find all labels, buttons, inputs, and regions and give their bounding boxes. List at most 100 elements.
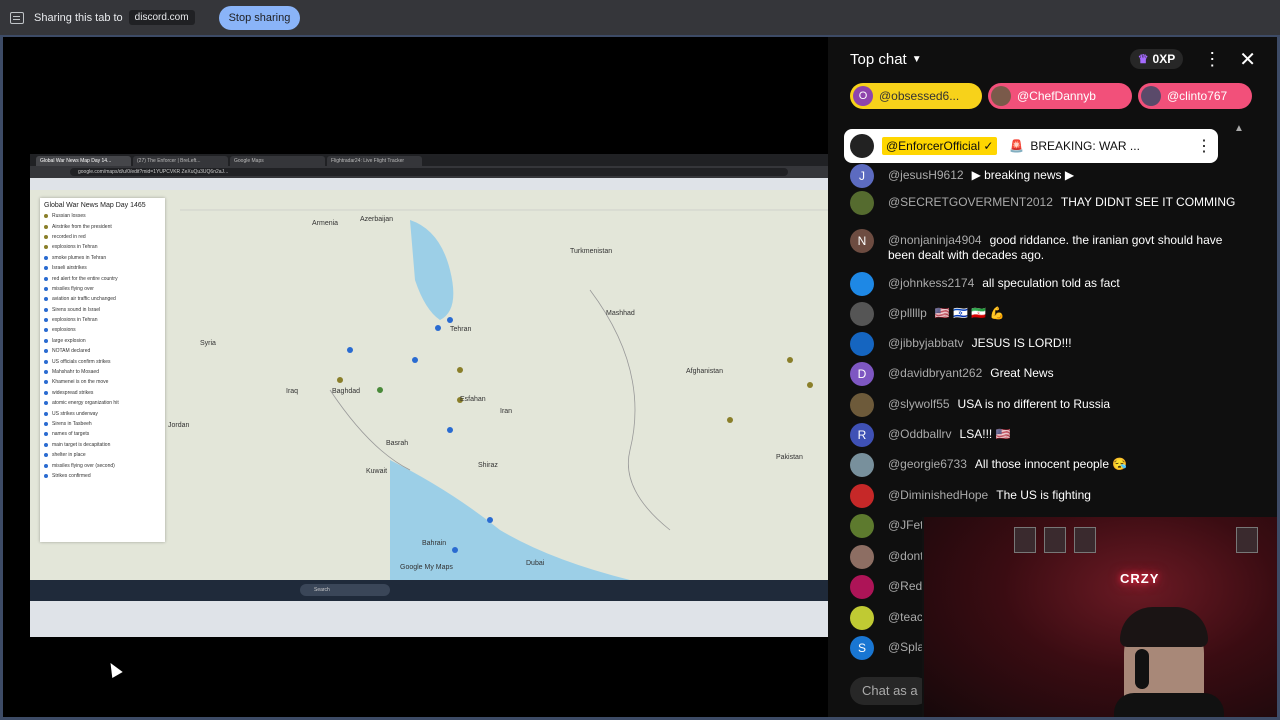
xp-badge[interactable]: ♛ 0XP xyxy=(1129,49,1184,69)
map-label: Afghanistan xyxy=(686,368,723,375)
ticker-item[interactable]: @clinto767 xyxy=(1138,83,1252,109)
map-layer-item[interactable]: explosions in Tehran xyxy=(44,242,161,252)
avatar[interactable] xyxy=(850,606,874,630)
chat-message[interactable]: @SECRETGOVERMENT2012 THAY DIDNT SEE IT CO… xyxy=(850,191,1245,215)
webcam-background xyxy=(924,517,1280,720)
map-layer-item[interactable]: Khamenei is on the move xyxy=(44,377,161,387)
map-layer-item[interactable]: Sirens in Tasbeeh xyxy=(44,419,161,429)
map-layer-item[interactable]: red alert for the entire country xyxy=(44,273,161,283)
map-layer-item[interactable]: missiles flying over (second) xyxy=(44,460,161,470)
avatar[interactable]: J xyxy=(850,164,874,188)
chat-message[interactable]: @slywolf55 USA is no different to Russia xyxy=(850,393,1245,417)
chat-author[interactable]: @johnkess2174 xyxy=(888,276,974,290)
chat-message[interactable]: J @jesusH9612 ▶ breaking news ▶ xyxy=(850,164,1245,188)
more-options-icon[interactable]: ⋮ xyxy=(1203,49,1221,70)
map-layer-item[interactable]: shelter in place xyxy=(44,450,161,460)
map-layer-item[interactable]: Sirens sound in Israel xyxy=(44,305,161,315)
browser-tab[interactable]: Global War News Map Day 14... xyxy=(36,156,131,166)
ticker-item[interactable]: O @obsessed6... xyxy=(850,83,982,109)
map-label: Azerbaijan xyxy=(360,216,394,223)
chat-author[interactable]: @Oddballrv xyxy=(888,427,952,441)
chat-author[interactable]: @SECRETGOVERMENT2012 xyxy=(888,195,1053,209)
avatar[interactable] xyxy=(850,302,874,326)
avatar[interactable] xyxy=(850,191,874,215)
map-label: Dubai xyxy=(526,560,545,567)
map-layer-item[interactable]: Strikes confirmed xyxy=(44,471,161,481)
chat-message[interactable]: @georgie6733 All those innocent people 😪 xyxy=(850,453,1245,477)
map-layer-item[interactable]: main target is decapitation xyxy=(44,440,161,450)
close-icon[interactable]: ✕ xyxy=(1239,47,1256,72)
chat-author[interactable]: @DiminishedHope xyxy=(888,488,988,502)
avatar[interactable] xyxy=(850,514,874,538)
map-layer-item[interactable]: US officials confirm strikes xyxy=(44,356,161,366)
wall-poster xyxy=(1074,527,1096,553)
map-layer-item[interactable]: aviation air traffic unchanged xyxy=(44,294,161,304)
avatar[interactable] xyxy=(850,332,874,356)
chat-author[interactable]: @jibbyjabbatv xyxy=(888,336,964,350)
chat-input[interactable]: Chat as a xyxy=(850,677,930,705)
map-layer-item[interactable]: smoke plumes in Tehran xyxy=(44,253,161,263)
map-layer-label: Sirens in Tasbeeh xyxy=(52,421,92,427)
avatar[interactable] xyxy=(850,545,874,569)
avatar[interactable] xyxy=(850,484,874,508)
chat-mode-title[interactable]: Top chat xyxy=(850,51,907,68)
chat-author[interactable]: @JFet xyxy=(888,518,924,532)
map-layer-label: red alert for the entire country xyxy=(52,275,118,282)
address-bar[interactable]: google.com/maps/d/u/0/edit?mid=1YUPCVKR … xyxy=(30,166,828,178)
chat-message[interactable]: @plllllp 🇺🇸 🇮🇱 🇮🇷 💪 xyxy=(850,302,1245,326)
chat-author[interactable]: @slywolf55 xyxy=(888,397,950,411)
chat-message[interactable]: N @nonjaninja4904 good riddance. the irani… xyxy=(850,229,1245,263)
neon-sign: CRZY xyxy=(1120,571,1160,586)
google-map[interactable]: Global War News Map Day 1465 Russian los… xyxy=(30,190,828,580)
avatar[interactable]: S xyxy=(850,636,874,660)
avatar[interactable]: N xyxy=(850,229,874,253)
map-layer-item[interactable]: NOTAM declared xyxy=(44,346,161,356)
map-layer-item[interactable]: explosions in Tehran xyxy=(44,315,161,325)
taskbar-search[interactable]: Search xyxy=(300,584,390,596)
avatar[interactable]: D xyxy=(850,362,874,386)
stop-sharing-button[interactable]: Stop sharing xyxy=(218,5,301,30)
chat-author[interactable]: @Spla xyxy=(888,640,924,654)
map-label: Iran xyxy=(500,408,513,415)
chat-message[interactable]: @jibbyjabbatv JESUS IS LORD!!! xyxy=(850,332,1245,356)
avatar[interactable] xyxy=(850,272,874,296)
avatar[interactable] xyxy=(850,453,874,477)
chat-author[interactable]: @Red xyxy=(888,579,922,593)
map-layer-item[interactable]: atomic energy organization hit xyxy=(44,398,161,408)
avatar[interactable] xyxy=(850,393,874,417)
chat-author[interactable]: @jesusH9612 xyxy=(888,168,964,182)
chat-message[interactable]: R @Oddballrv LSA!!! 🇺🇸 xyxy=(850,423,1245,447)
chat-author[interactable]: @plllllp xyxy=(888,306,927,320)
map-layer-item[interactable]: Russian losses xyxy=(44,211,161,221)
map-layer-item[interactable]: Israeli airstrikes xyxy=(44,263,161,273)
map-layer-item[interactable]: widespread strikes xyxy=(44,388,161,398)
avatar[interactable]: R xyxy=(850,423,874,447)
map-layer-item[interactable]: Mahshahr to Mosaed xyxy=(44,367,161,377)
chevron-down-icon[interactable]: ▼ xyxy=(912,54,922,65)
map-layer-item[interactable]: US strikes underway xyxy=(44,408,161,418)
more-options-icon[interactable]: ⋮ xyxy=(1196,136,1212,156)
map-layer-item[interactable]: explosions xyxy=(44,325,161,335)
chat-author[interactable]: @davidbryant262 xyxy=(888,366,982,380)
chat-author[interactable]: @dont xyxy=(888,549,924,563)
browser-tab[interactable]: (27) The Enforcer | BreLeft... xyxy=(133,156,228,166)
map-layer-item[interactable]: names of targets xyxy=(44,429,161,439)
chat-author[interactable]: @georgie6733 xyxy=(888,457,967,471)
chat-message[interactable]: @johnkess2174 all speculation told as fac… xyxy=(850,272,1245,296)
chat-author[interactable]: @teac xyxy=(888,610,923,624)
scroll-up-icon[interactable]: ▲ xyxy=(1234,123,1244,134)
ticker-author: @obsessed6... xyxy=(879,89,960,103)
avatar[interactable] xyxy=(850,575,874,599)
map-layer-item[interactable]: Airstrike from the president xyxy=(44,221,161,231)
pinned-message[interactable]: @EnforcerOfficial ✓ 🚨 BREAKING: WAR ... … xyxy=(844,129,1218,163)
map-layer-item[interactable]: large explosion xyxy=(44,336,161,346)
browser-tab[interactable]: Flightradar24: Live Flight Tracker xyxy=(327,156,422,166)
browser-tab[interactable]: Google Maps xyxy=(230,156,325,166)
chat-author[interactable]: @nonjaninja4904 xyxy=(888,233,982,247)
ticker-item[interactable]: @ChefDannyb xyxy=(988,83,1132,109)
chat-message[interactable]: @DiminishedHope The US is fighting xyxy=(850,484,1245,508)
chat-message[interactable]: D @davidbryant262 Great News xyxy=(850,362,1245,386)
chat-text: LSA!!! 🇺🇸 xyxy=(959,427,1011,441)
map-layer-item[interactable]: recorded in red xyxy=(44,232,161,242)
map-layer-item[interactable]: missiles flying over xyxy=(44,284,161,294)
